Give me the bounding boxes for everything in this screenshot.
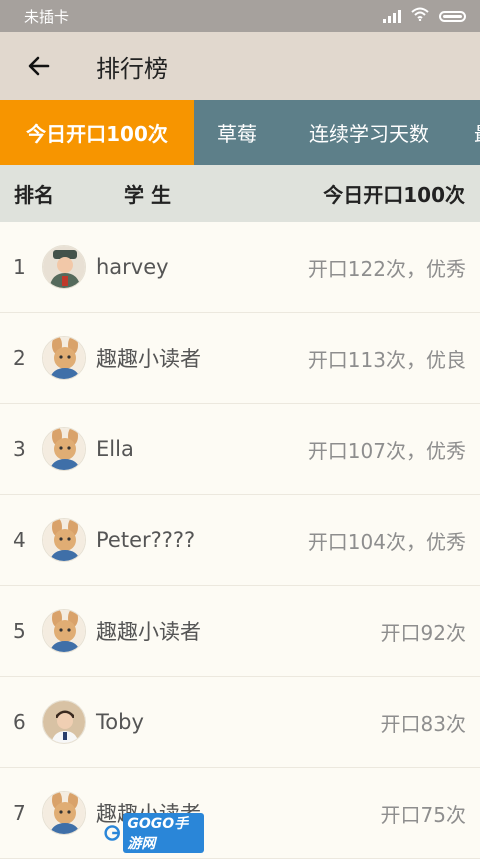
rabbit-avatar-icon (43, 428, 85, 470)
arrow-left-icon (28, 56, 50, 76)
speak-count: 开口75次 (380, 802, 466, 827)
rabbit-avatar-icon (43, 792, 85, 834)
speak-count: 开口104次，优秀 (307, 529, 466, 554)
avatar (42, 245, 86, 289)
rank-number: 1 (13, 255, 26, 279)
student-name: 趣趣小读者 (96, 620, 201, 644)
student-name: Peter???? (96, 528, 196, 552)
tab-speak-100[interactable]: 今日开口100次 (0, 100, 194, 165)
rank-number: 2 (13, 346, 26, 370)
speak-count: 开口122次，优秀 (307, 256, 466, 281)
back-button[interactable] (22, 49, 56, 83)
tab-consecutive-days[interactable]: 连续学习天数 (280, 100, 458, 165)
avatar (42, 427, 86, 471)
rank-number: 4 (13, 528, 26, 552)
rank-number: 5 (13, 619, 26, 643)
rabbit-avatar-icon (43, 610, 85, 652)
tab-strawberry[interactable]: 草莓 (194, 100, 280, 165)
header-rank: 排名 (14, 183, 54, 207)
avatar (42, 700, 86, 744)
status-bar: 未插卡 (0, 0, 480, 32)
ranking-list: 1 harvey 开口122次，优秀 2 趣趣小读者 开口113次，优良 3 E… (0, 222, 480, 859)
watermark-text: GOGO手游网 (123, 813, 204, 853)
table-row[interactable]: 2 趣趣小读者 开口113次，优良 (0, 313, 480, 404)
boy-photo-avatar-icon (43, 701, 85, 743)
speak-count: 开口113次，优良 (307, 347, 466, 372)
avatar (42, 609, 86, 653)
table-header: 排名 学 生 今日开口100次 (0, 165, 480, 222)
student-name: harvey (96, 255, 169, 279)
boy-uniform-avatar-icon (43, 246, 85, 288)
wifi-icon (411, 7, 429, 25)
watermark-logo: GOGO手游网 (104, 813, 204, 853)
student-name: Toby (96, 710, 144, 734)
student-name: Ella (96, 437, 134, 461)
tab-more[interactable]: 最 (458, 100, 480, 165)
rank-number: 6 (13, 710, 26, 734)
table-row[interactable]: 3 Ella 开口107次，优秀 (0, 404, 480, 495)
table-row[interactable]: 4 Peter???? 开口104次，优秀 (0, 495, 480, 586)
avatar (42, 336, 86, 380)
rank-number: 7 (13, 801, 26, 825)
table-row[interactable]: 7 趣趣小读者 开口75次 (0, 768, 480, 859)
page-title: 排行榜 (96, 54, 168, 83)
rank-number: 3 (13, 437, 26, 461)
header-student: 学 生 (124, 183, 171, 207)
signal-icon (383, 9, 401, 23)
student-name: 趣趣小读者 (96, 347, 201, 371)
table-row[interactable]: 1 harvey 开口122次，优秀 (0, 222, 480, 313)
app-bar: 排行榜 (0, 32, 480, 100)
speak-count: 开口92次 (380, 620, 466, 645)
avatar (42, 518, 86, 562)
battery-icon (439, 10, 466, 22)
table-row[interactable]: 6 Toby 开口83次 (0, 677, 480, 768)
header-count: 今日开口100次 (323, 183, 465, 207)
status-icons (383, 7, 466, 25)
tab-bar: 今日开口100次 草莓 连续学习天数 最 (0, 100, 480, 165)
table-row[interactable]: 5 趣趣小读者 开口92次 (0, 586, 480, 677)
rabbit-avatar-icon (43, 519, 85, 561)
speak-count: 开口107次，优秀 (307, 438, 466, 463)
gogo-logo-icon (104, 825, 120, 841)
rabbit-avatar-icon (43, 337, 85, 379)
avatar (42, 791, 86, 835)
speak-count: 开口83次 (380, 711, 466, 736)
carrier-text: 未插卡 (24, 7, 70, 26)
